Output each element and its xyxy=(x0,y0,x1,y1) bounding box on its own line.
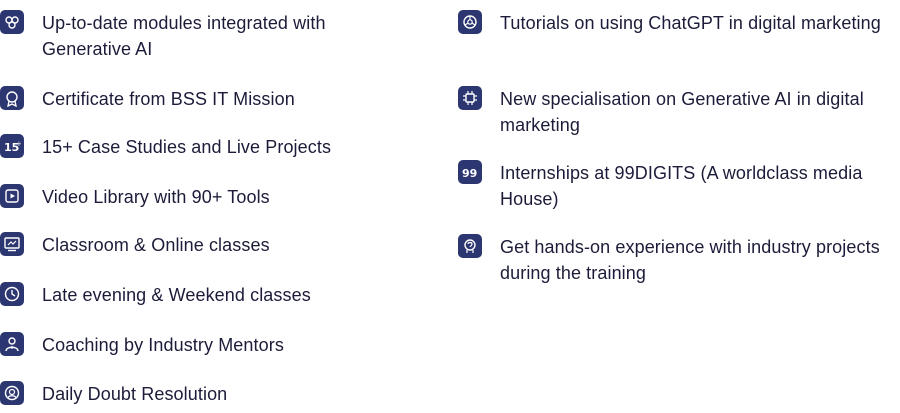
feature-doubt-resolution: Daily Doubt Resolution xyxy=(0,381,402,407)
ai-chip-icon xyxy=(458,86,482,110)
mentor-icon xyxy=(0,332,24,356)
99digits-icon: 99 xyxy=(458,160,482,184)
feature-label: Tutorials on using ChatGPT in digital ma… xyxy=(500,13,881,33)
ai-modules-icon xyxy=(0,10,24,34)
feature-hands-on: Get hands-on experience with industry pr… xyxy=(458,234,890,286)
svg-text:99: 99 xyxy=(462,167,477,180)
certificate-icon xyxy=(0,86,24,110)
feature-late-evening: Late evening & Weekend classes xyxy=(0,282,402,308)
clock-icon xyxy=(0,282,24,306)
feature-generative-ai: New specialisation on Generative AI in d… xyxy=(458,86,890,138)
svg-text:+: + xyxy=(16,140,21,148)
feature-chatgpt: Tutorials on using ChatGPT in digital ma… xyxy=(458,10,890,36)
feature-label: Video Library with 90+ Tools xyxy=(42,187,270,207)
feature-video-library: Video Library with 90+ Tools xyxy=(0,184,402,210)
feature-label: Late evening & Weekend classes xyxy=(42,285,311,305)
feature-label: Get hands-on experience with industry pr… xyxy=(500,237,880,283)
feature-internships: 99 Internships at 99DIGITS (A worldclass… xyxy=(458,160,890,212)
feature-case-studies: 15 + 15+ Case Studies and Live Projects xyxy=(0,134,402,160)
feature-label: Internships at 99DIGITS (A worldclass me… xyxy=(500,163,863,209)
feature-mentors: Coaching by Industry Mentors xyxy=(0,332,402,358)
feature-label: Classroom & Online classes xyxy=(42,235,270,255)
feature-ai-modules: Up-to-date modules integrated with Gener… xyxy=(0,10,402,62)
doubt-resolution-icon xyxy=(0,381,24,405)
classroom-icon xyxy=(0,232,24,256)
feature-classroom: Classroom & Online classes xyxy=(0,232,402,258)
feature-label: Up-to-date modules integrated with Gener… xyxy=(42,13,326,59)
hands-on-icon xyxy=(458,234,482,258)
feature-label: 15+ Case Studies and Live Projects xyxy=(42,137,332,157)
feature-label: Daily Doubt Resolution xyxy=(42,384,228,404)
feature-label: Certificate from BSS IT Mission xyxy=(42,89,295,109)
chatgpt-icon xyxy=(458,10,482,34)
feature-certificate: Certificate from BSS IT Mission xyxy=(0,86,402,112)
feature-label: Coaching by Industry Mentors xyxy=(42,335,284,355)
video-library-icon xyxy=(0,184,24,208)
feature-label: New specialisation on Generative AI in d… xyxy=(500,89,864,135)
case-studies-15-icon: 15 + xyxy=(0,134,24,158)
